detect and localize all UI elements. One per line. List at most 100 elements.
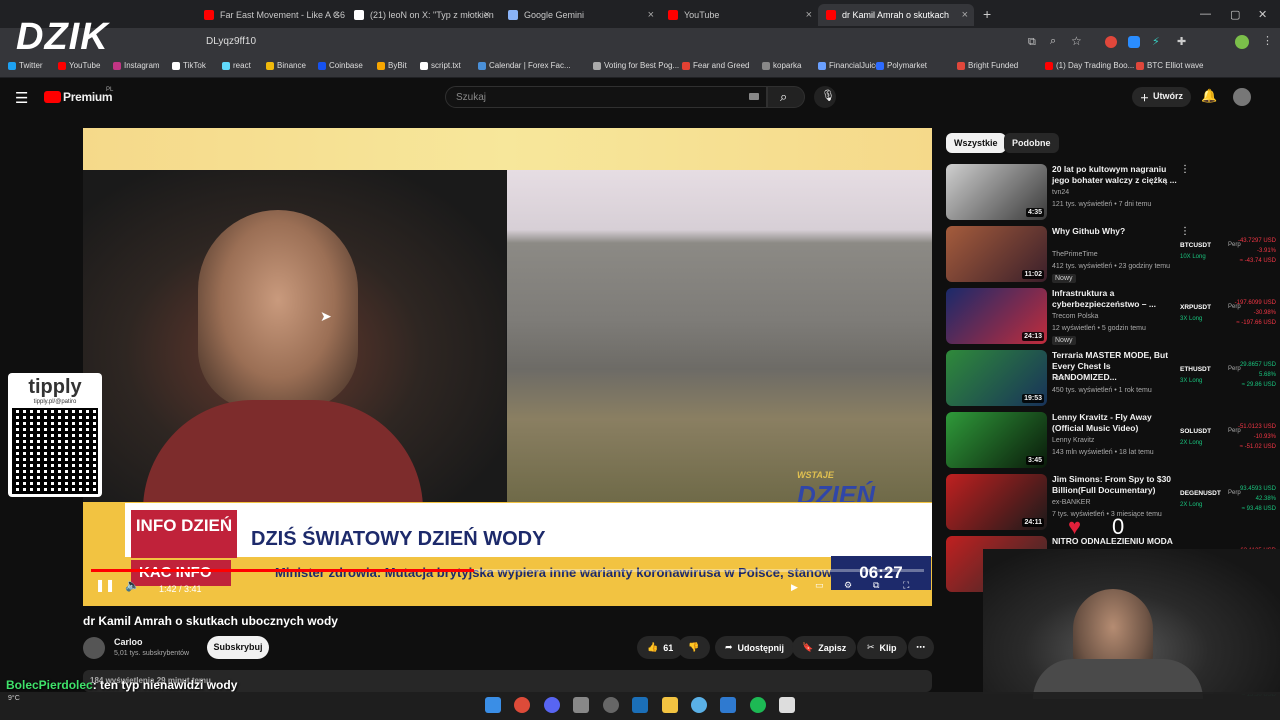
bookmark-item[interactable]: Calendar | Forex Fac... [478,61,571,70]
bookmark-item[interactable]: Twitter [8,61,43,70]
clip-button[interactable]: ✂ Klip [857,636,907,659]
video-thumbnail[interactable]: 11:02 [946,226,1047,282]
fullscreen-icon[interactable]: ⛶ [903,580,909,591]
windows-start-icon[interactable] [485,697,501,713]
app-icon[interactable] [779,697,795,713]
recommended-title[interactable]: Lenny Kravitz - Fly Away (Official Music… [1052,412,1177,434]
bookmark-item[interactable]: script.txt [420,61,461,70]
autoplay-toggle[interactable]: ▶ [791,582,798,593]
volume-icon[interactable]: 🔈 [125,578,140,592]
account-avatar[interactable] [1233,88,1251,106]
close-icon[interactable]: × [648,9,654,21]
mic-button[interactable]: 🎙 [814,86,836,108]
new-tab-button[interactable]: + [983,6,991,22]
recommended-channel[interactable]: ex-BANKER [1052,499,1091,506]
close-icon[interactable]: × [484,9,490,21]
recommended-title[interactable]: Infrastruktura a cyberbezpieczeństwo – .… [1052,288,1177,310]
bookmark-item[interactable]: YouTube [58,61,100,70]
video-player[interactable]: WSTAJE DZIEŃ INFO DZIEŃ DZIŚ ŚWIATOWY DZI… [83,128,932,606]
recommended-channel[interactable]: ThePrimeTime [1052,251,1098,258]
create-button[interactable]: ＋ Utwórz [1132,87,1192,107]
more-actions-button[interactable]: ⋯ [908,636,934,659]
maximize-icon[interactable]: ▢ [1230,8,1240,21]
search-input[interactable]: Szukaj [445,86,767,108]
channel-avatar[interactable] [83,637,105,659]
discord-icon[interactable] [544,697,560,713]
subtitles-icon[interactable]: ▭ [815,580,824,591]
folder-icon[interactable] [662,697,678,713]
zoom-icon[interactable]: ⌕ [1050,35,1056,48]
bookmark-item[interactable]: Coinbase [318,61,363,70]
bookmark-item[interactable]: FinancialJuice [818,61,880,70]
bookmark-item[interactable]: TikTok [172,61,206,70]
chip-related[interactable]: Podobne [1004,133,1059,153]
share-button[interactable]: ➦ Udostępnij [715,636,795,659]
dislike-button[interactable]: 👎 [678,636,710,659]
cast-icon[interactable]: ⧉ [1028,36,1036,49]
bookmark-item[interactable]: Polymarket [876,61,927,70]
close-icon[interactable]: × [962,9,968,21]
hamburger-icon[interactable]: ☰ [15,89,28,107]
profile-avatar[interactable] [1235,35,1249,49]
cursor-app-icon[interactable] [691,697,707,713]
tab-2[interactable]: Google Gemini × [500,4,660,26]
bookmark-item[interactable]: Fear and Greed [682,61,749,70]
keyboard-icon[interactable] [749,93,759,100]
weather-widget[interactable]: 9°C [8,695,20,702]
more-options-icon[interactable]: ⋮ [1180,164,1190,175]
video-thumbnail[interactable]: 19:53 [946,350,1047,406]
close-icon[interactable]: × [334,9,340,21]
telegram-icon[interactable] [632,697,648,713]
video-thumbnail[interactable]: 4:35 [946,164,1047,220]
minimize-icon[interactable]: — [1200,8,1211,20]
video-thumbnail[interactable]: 24:13 [946,288,1047,344]
youtube-logo-icon[interactable] [44,91,61,103]
recommended-channel[interactable]: Lenny Kravitz [1052,437,1094,444]
recommended-channel[interactable]: Trecom Polska [1052,313,1098,320]
bookmark-item[interactable]: ByBit [377,61,407,70]
recommended-title[interactable]: Jim Simons: From Spy to $30 Billion(Full… [1052,474,1177,496]
url-field[interactable]: DLyqz9ff10 [206,36,256,47]
bookmark-item[interactable]: Bright Funded [957,61,1018,70]
youtube-premium-logo[interactable]: Premium [63,90,113,104]
settings-icon[interactable]: ⚙ [844,580,852,591]
bookmark-item[interactable]: (1) Day Trading Boo... [1045,61,1134,70]
video-thumbnail[interactable]: 3:45 [946,412,1047,468]
tab-0[interactable]: Far East Movement - Like A G6 × [196,4,346,26]
chrome-icon[interactable] [514,697,530,713]
extension-icon[interactable] [1128,36,1140,48]
spotify-icon[interactable] [750,697,766,713]
tab-3[interactable]: YouTube × [660,4,818,26]
extension-icon[interactable]: ⚡ [1152,35,1160,48]
bookmark-item[interactable]: react [222,61,251,70]
vscode-icon[interactable] [720,697,736,713]
puzzle-icon[interactable]: ✚ [1177,35,1186,48]
bookmark-item[interactable]: koparka [762,61,801,70]
bookmark-item[interactable]: BTC Elliot wave [1136,61,1203,70]
star-icon[interactable]: ☆ [1071,34,1082,48]
video-thumbnail[interactable]: 24:11 [946,474,1047,530]
extension-icon[interactable] [1105,36,1117,48]
recommended-title[interactable]: Why Github Why? [1052,226,1177,237]
miniplayer-icon[interactable]: ⧉ [873,580,879,591]
recommended-channel[interactable]: Necr0 [1052,375,1071,382]
recommended-video[interactable]: 4:35 20 lat po kultowym nagraniu jego boh… [946,164,1276,220]
subscribe-button[interactable]: Subskrybuj [207,636,269,659]
menu-dots-icon[interactable]: ⋮ [1262,34,1273,47]
channel-name[interactable]: Carloo [114,637,143,647]
recommended-title[interactable]: 20 lat po kultowym nagraniu jego bohater… [1052,164,1177,186]
close-window-icon[interactable]: ✕ [1258,8,1267,21]
bookmark-item[interactable]: Binance [266,61,306,70]
save-button[interactable]: 🔖 Zapisz [792,636,857,659]
recommended-channel[interactable]: tvn24 [1052,189,1069,196]
bell-icon[interactable]: 🔔 [1201,88,1217,104]
pause-icon[interactable]: ❚❚ [95,578,115,592]
chip-all[interactable]: Wszystkie [946,133,1006,153]
close-icon[interactable]: × [806,9,812,21]
tab-4-active[interactable]: dr Kamil Amrah o skutkach × [818,4,974,26]
bookmark-item[interactable]: Instagram [113,61,160,70]
bookmark-item[interactable]: Voting for Best Pog... [593,61,679,70]
tab-1[interactable]: (21) leoN on X: "Typ z młotkien × [346,4,496,26]
search-button[interactable]: ⌕ [767,86,805,108]
like-button[interactable]: 👍 61 [637,636,684,659]
